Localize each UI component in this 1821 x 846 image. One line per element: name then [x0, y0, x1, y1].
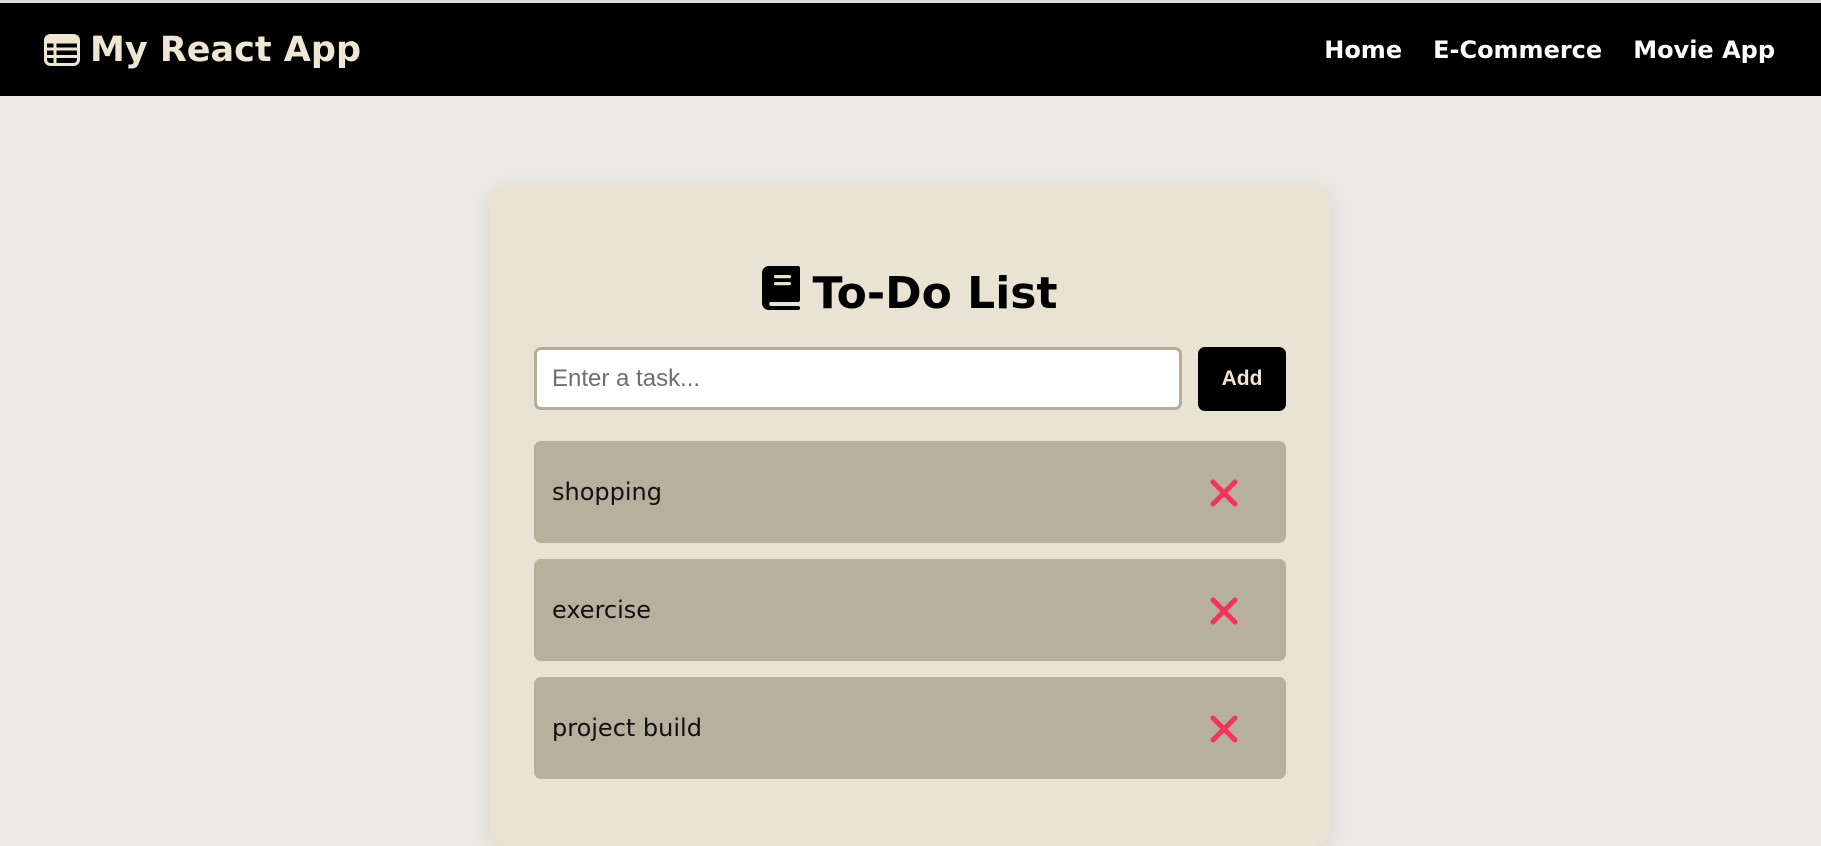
todo-title: To-Do List	[812, 268, 1058, 319]
task-label: exercise	[552, 596, 652, 624]
task-label: shopping	[552, 478, 662, 506]
navbar: My React App Home E-Commerce Movie App	[0, 3, 1821, 96]
nav-links: Home E-Commerce Movie App	[1324, 36, 1775, 64]
delete-task-button[interactable]	[1208, 713, 1240, 745]
close-x-icon	[1210, 715, 1238, 743]
task-label: project build	[552, 714, 702, 742]
close-x-icon	[1210, 479, 1238, 507]
nav-link-movie-app[interactable]: Movie App	[1633, 36, 1775, 64]
book-icon	[762, 266, 801, 321]
table-list-icon	[44, 33, 80, 66]
add-task-button[interactable]: Add	[1198, 347, 1286, 411]
close-x-icon	[1210, 597, 1238, 625]
todo-heading: To-Do List	[490, 266, 1330, 321]
nav-link-home[interactable]: Home	[1324, 36, 1402, 64]
task-item: exercise	[534, 559, 1286, 661]
nav-link-e-commerce[interactable]: E-Commerce	[1433, 36, 1602, 64]
task-item: shopping	[534, 441, 1286, 543]
delete-task-button[interactable]	[1208, 595, 1240, 627]
todo-card: To-Do List Add shopping exercise pro	[490, 186, 1330, 846]
delete-task-button[interactable]	[1208, 477, 1240, 509]
task-list: shopping exercise project build	[534, 441, 1286, 795]
brand[interactable]: My React App	[44, 30, 361, 70]
task-input[interactable]	[534, 347, 1182, 410]
brand-title: My React App	[90, 29, 361, 70]
task-item: project build	[534, 677, 1286, 779]
